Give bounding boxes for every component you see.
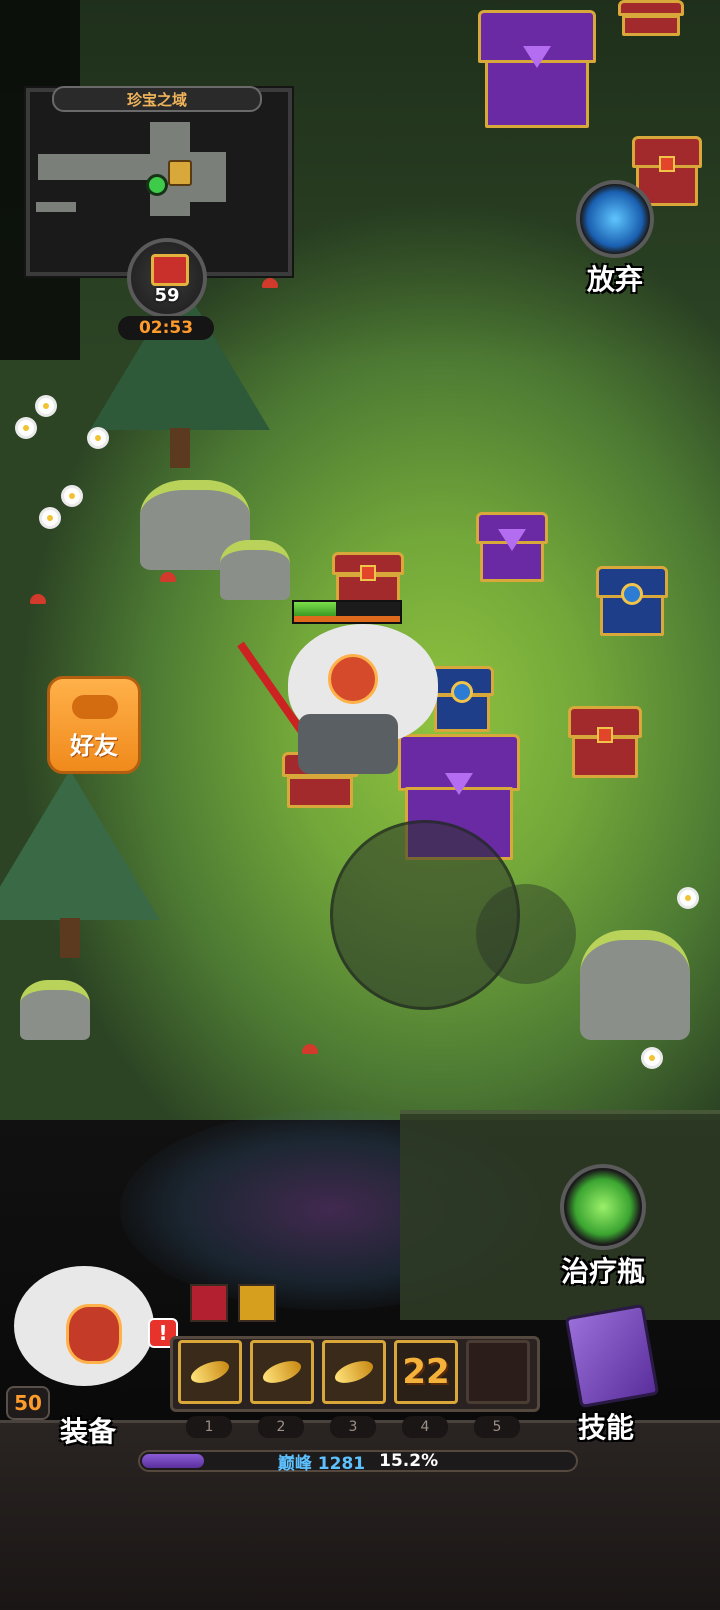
red-treasure-chest[interactable] [568, 706, 642, 778]
joystick-knob[interactable] [476, 884, 576, 984]
minimap-title-plate: 珍宝之域 [52, 86, 262, 112]
minimap-player-marker [146, 174, 168, 196]
sapphire-gem-icon [451, 681, 473, 704]
tree-trunk [170, 428, 190, 468]
amethyst-gem-icon [523, 46, 551, 69]
map-corridor [36, 202, 76, 212]
healing-potion-button[interactable]: 治疗瓶 [560, 1164, 646, 1290]
countdown-timer: 02:53 [118, 316, 214, 340]
red-treasure-chest[interactable] [332, 552, 404, 604]
skill-slot-2[interactable] [250, 1340, 314, 1404]
mushroom [160, 572, 176, 582]
slot-number: 3 [330, 1416, 376, 1438]
health-fill [294, 602, 337, 616]
mushroom [30, 594, 46, 604]
minimap-chest-icon [168, 160, 192, 186]
ruby-gem-icon [659, 156, 675, 172]
oni-mask-icon [328, 654, 378, 704]
flower [18, 420, 34, 436]
rage-buff-icon[interactable] [190, 1284, 228, 1322]
skill-slot-3[interactable] [322, 1340, 386, 1404]
amethyst-gem-icon [498, 529, 526, 551]
flower [64, 488, 80, 504]
slot-number: 5 [474, 1416, 520, 1438]
flower [644, 1050, 660, 1066]
portal-icon [576, 180, 654, 258]
flower [38, 398, 54, 414]
wind-slash-icon [188, 1356, 232, 1388]
abandon-label: 放弃 [586, 263, 643, 296]
amethyst-gem-icon [445, 773, 473, 796]
xp-tier-label: 巅峰 1281 [277, 1453, 366, 1474]
rage-strip [294, 616, 400, 622]
slot-number: 4 [402, 1416, 448, 1438]
mushroom [302, 1044, 318, 1054]
experience-text: 巅峰 1281 15.2% [140, 1451, 576, 1474]
boss-chest-badge[interactable]: 59 [127, 238, 207, 318]
mushroom [262, 278, 278, 288]
purple-treasure-chest[interactable] [478, 10, 596, 128]
friend-label: 好友 [70, 732, 118, 760]
blade-wave-icon [260, 1356, 304, 1388]
flower [90, 430, 106, 446]
purple-treasure-chest[interactable] [476, 512, 548, 582]
equipment-button[interactable] [4, 1256, 164, 1406]
equip-label: 装备 [60, 1415, 117, 1448]
mossy-rock [20, 980, 90, 1040]
slash-buff-icon[interactable] [238, 1284, 276, 1322]
slot-number: 1 [186, 1416, 232, 1438]
xp-value: 1281 [317, 1453, 366, 1474]
ruby-gem-icon [360, 564, 376, 581]
ruby-gem-icon [597, 726, 613, 743]
spellbook-icon [564, 1303, 660, 1409]
hero-level-badge: 50 [6, 1386, 50, 1420]
chest-count: 59 [154, 285, 180, 306]
minimap-title: 珍宝之域 [126, 90, 187, 109]
flower [42, 510, 58, 526]
experience-bar: 巅峰 1281 15.2% [138, 1450, 578, 1474]
claw-icon [332, 1356, 376, 1388]
skills-button[interactable] [560, 1300, 670, 1410]
potion-label: 治疗瓶 [560, 1255, 645, 1288]
potion-icon [560, 1164, 646, 1250]
tree-trunk [60, 918, 80, 958]
blue-treasure-chest[interactable] [596, 566, 668, 636]
flower [680, 890, 696, 906]
mossy-rock [580, 930, 690, 1040]
map-corridor [38, 154, 158, 180]
friend-button[interactable]: 好友 [47, 676, 141, 774]
red-treasure-chest[interactable] [618, 0, 684, 36]
abandon-button[interactable]: 放弃 [576, 180, 654, 298]
hero-health-bar [292, 600, 402, 624]
skill-slot-1[interactable] [178, 1340, 242, 1404]
skill-slot-5-empty[interactable] [466, 1340, 530, 1404]
player-hero [237, 624, 448, 794]
pine-tree [0, 770, 160, 920]
skills-label: 技能 [578, 1411, 635, 1444]
oni-mask-icon [66, 1304, 122, 1364]
sapphire-gem-icon [621, 583, 643, 605]
treasure-chest-icon [151, 254, 189, 286]
xp-percent: 15.2% [379, 1451, 439, 1471]
skill-charge-count: 22 [402, 1352, 450, 1392]
skill-slot-4[interactable]: 22 [394, 1340, 458, 1404]
cloud-icon [72, 695, 118, 719]
hero-body [298, 714, 398, 774]
slot-number: 2 [258, 1416, 304, 1438]
mossy-rock [220, 540, 290, 600]
